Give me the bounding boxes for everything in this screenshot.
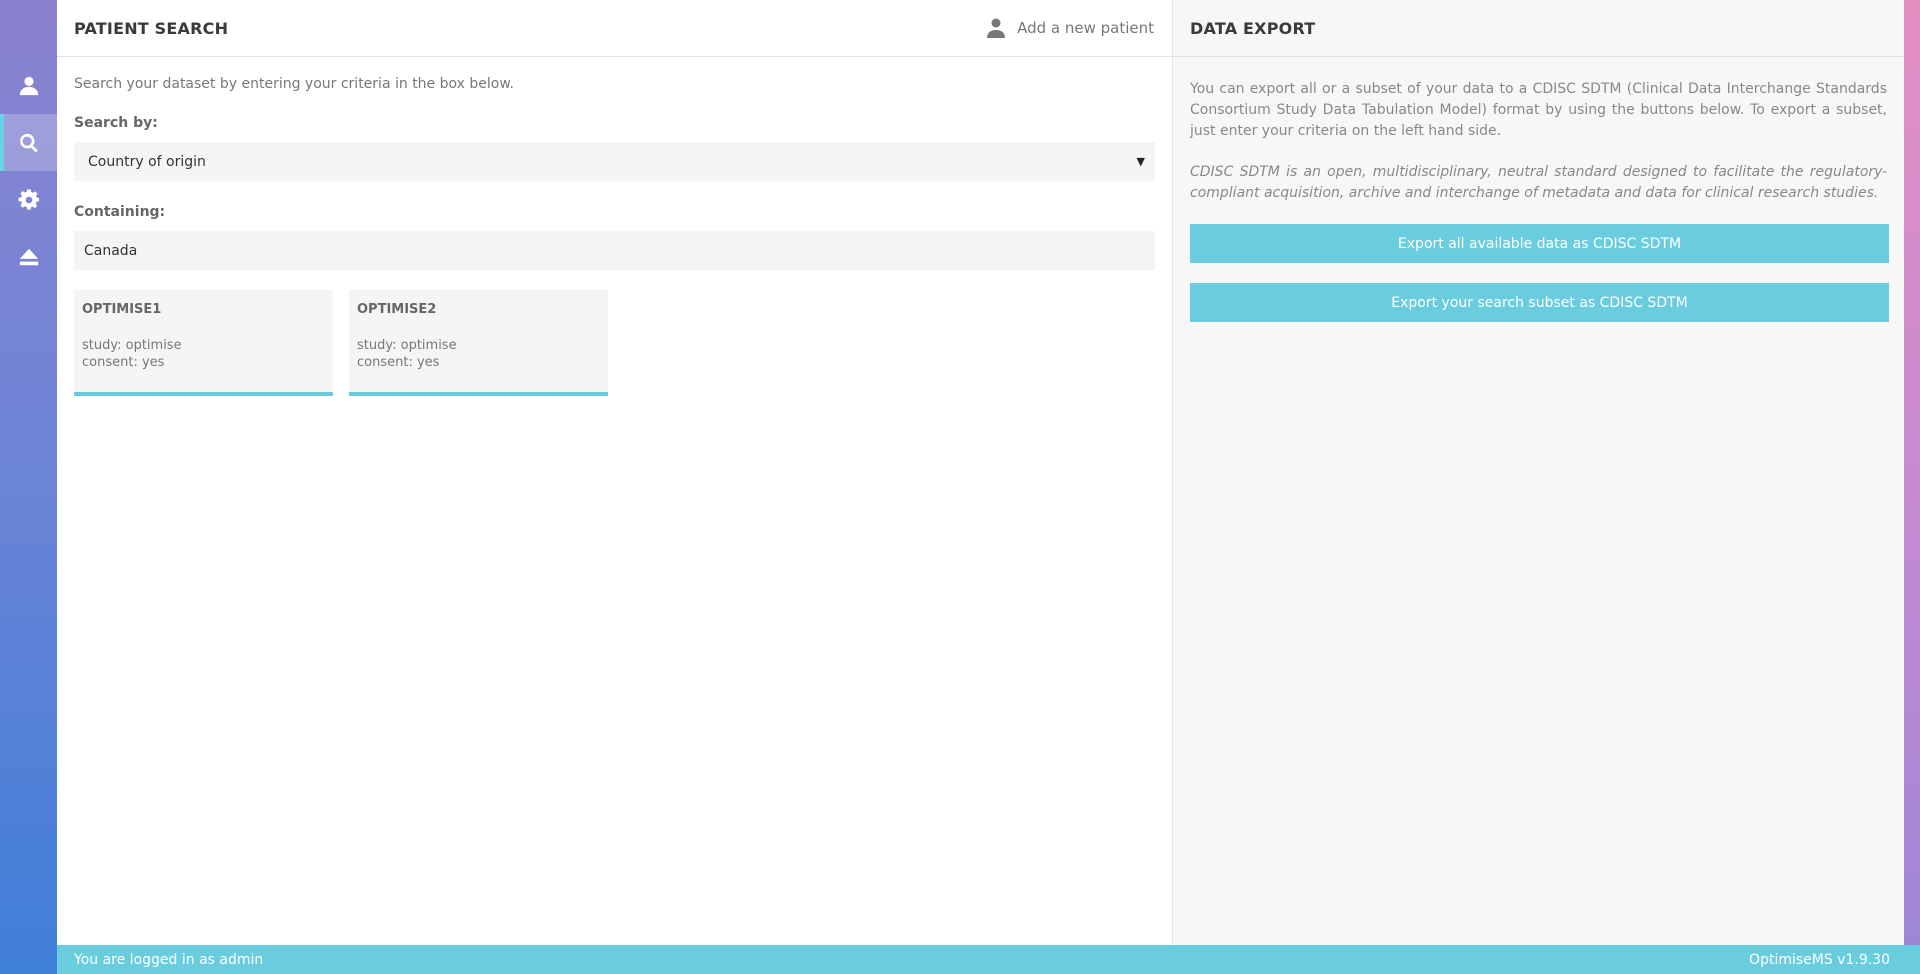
patient-card-consent: consent: yes xyxy=(357,355,440,370)
search-by-select[interactable]: Country of origin ▼ xyxy=(74,142,1155,181)
containing-input[interactable] xyxy=(74,231,1155,270)
right-edge-decoration xyxy=(1904,0,1920,945)
add-patient-label: Add a new patient xyxy=(1017,19,1154,37)
export-subset-button[interactable]: Export your search subset as CDISC SDTM xyxy=(1190,283,1889,322)
patient-card[interactable]: OPTIMISE1 study: optimise consent: yes xyxy=(74,290,333,396)
patient-search-title: PATIENT SEARCH xyxy=(74,18,229,38)
data-export-body: You can export all or a subset of your d… xyxy=(1173,57,1904,340)
eject-icon xyxy=(19,248,38,265)
nav-item-logout[interactable] xyxy=(0,228,57,285)
patient-card-id: OPTIMISE1 xyxy=(82,302,162,317)
patient-card-study: study: optimise xyxy=(357,338,457,353)
caret-down-icon: ▼ xyxy=(1136,155,1145,168)
add-patient-button[interactable]: Add a new patient xyxy=(987,18,1154,38)
user-icon xyxy=(19,76,38,95)
search-icon xyxy=(19,133,38,153)
data-export-panel: DATA EXPORT You can export all or a subs… xyxy=(1173,0,1904,945)
patient-card-consent: consent: yes xyxy=(82,355,165,370)
patient-card[interactable]: OPTIMISE2 study: optimise consent: yes xyxy=(349,290,608,396)
app-root: PATIENT SEARCH Add a new patient Search … xyxy=(0,0,1920,974)
status-footer: You are logged in as admin OptimiseMS v1… xyxy=(57,945,1920,974)
login-status: You are logged in as admin xyxy=(74,951,264,968)
nav-item-search[interactable] xyxy=(0,114,57,171)
data-export-title: DATA EXPORT xyxy=(1190,18,1316,38)
nav-item-user[interactable] xyxy=(0,57,57,114)
data-export-header: DATA EXPORT xyxy=(1173,0,1904,57)
search-by-label: Search by: xyxy=(74,115,158,131)
containing-label: Containing: xyxy=(74,204,166,220)
user-icon xyxy=(987,18,1006,38)
patient-search-header: PATIENT SEARCH Add a new patient xyxy=(57,0,1172,57)
search-results: OPTIMISE1 study: optimise consent: yes O… xyxy=(74,290,1155,396)
export-all-button[interactable]: Export all available data as CDISC SDTM xyxy=(1190,224,1889,263)
gear-icon xyxy=(18,188,39,210)
sidebar-nav xyxy=(0,0,57,974)
patient-search-body: Search your dataset by entering your cri… xyxy=(57,57,1172,414)
patient-search-panel: PATIENT SEARCH Add a new patient Search … xyxy=(57,0,1173,945)
export-description: You can export all or a subset of your d… xyxy=(1190,81,1887,139)
export-note: CDISC SDTM is an open, multidisciplinary… xyxy=(1190,164,1887,201)
search-by-value: Country of origin xyxy=(88,153,206,170)
patient-card-id: OPTIMISE2 xyxy=(357,302,437,317)
nav-item-settings[interactable] xyxy=(0,171,57,228)
app-version: OptimiseMS v1.9.30 xyxy=(1749,951,1890,968)
patient-card-study: study: optimise xyxy=(82,338,182,353)
search-intro-text: Search your dataset by entering your cri… xyxy=(74,76,514,92)
